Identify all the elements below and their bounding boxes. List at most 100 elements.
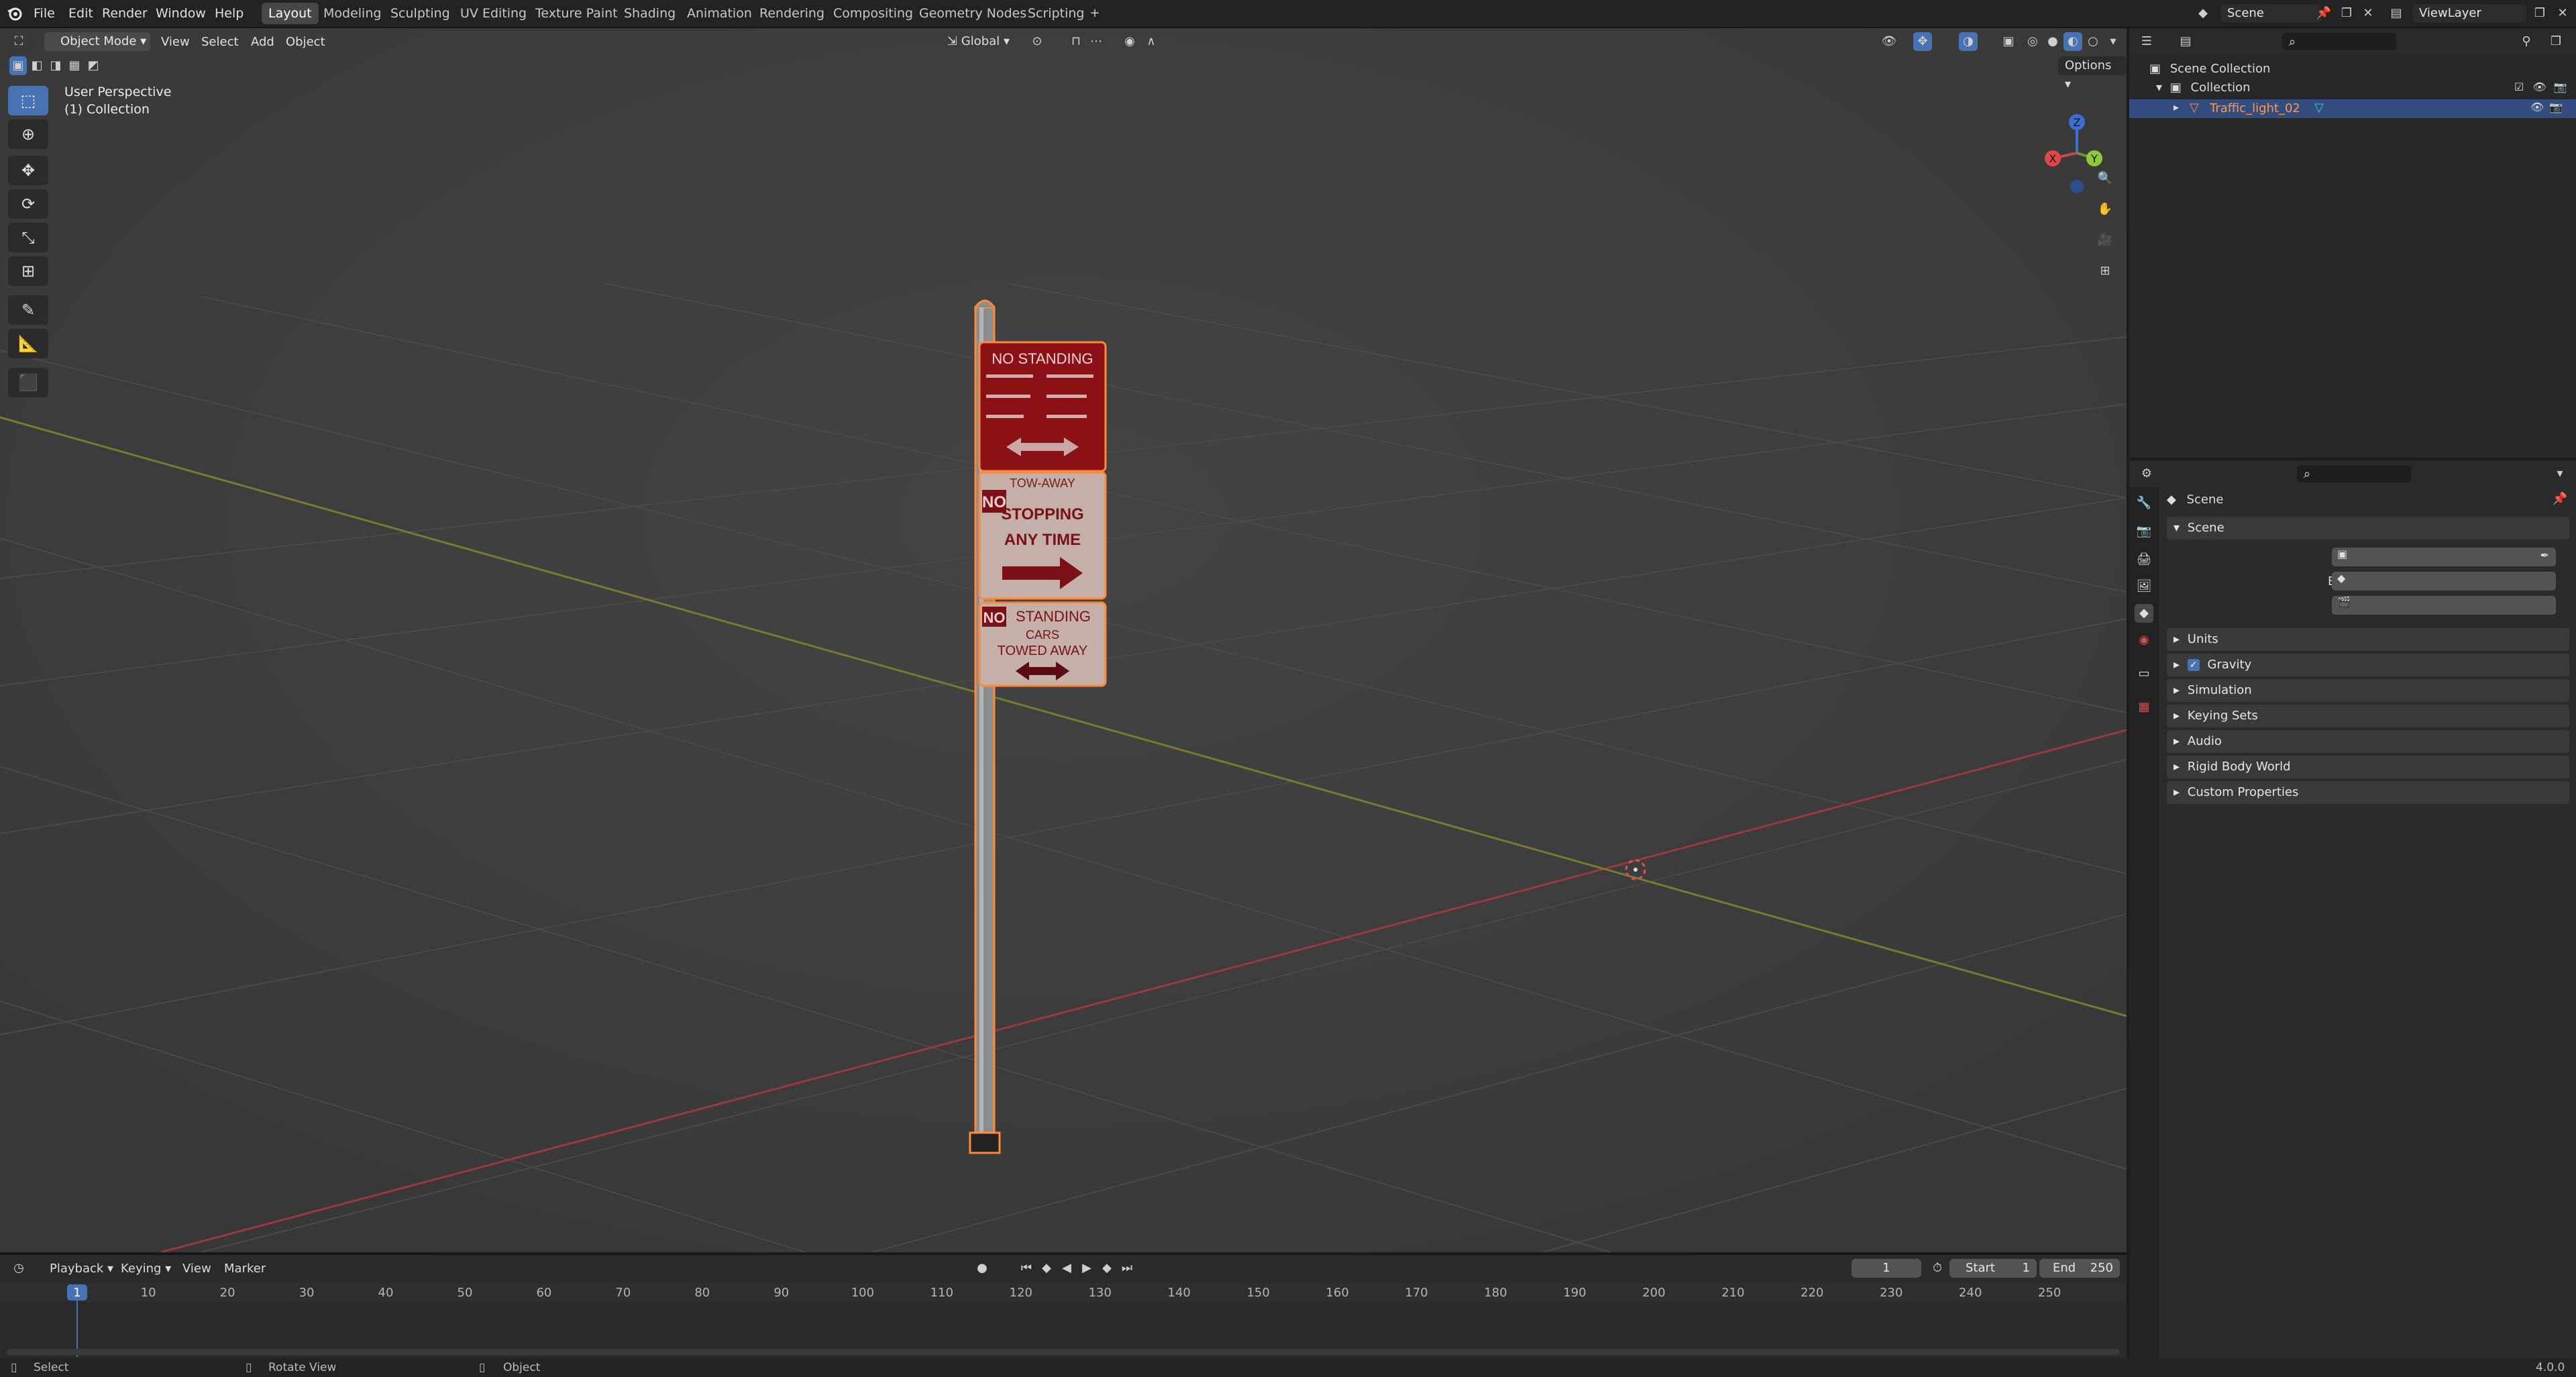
- panel-keying-sets[interactable]: ▸ Keying Sets: [2167, 705, 2569, 727]
- xray-icon[interactable]: ▣: [1999, 32, 2018, 51]
- select-extend-icon[interactable]: ◧: [28, 56, 46, 75]
- filter-icon[interactable]: ⚲: [2517, 32, 2536, 51]
- wireframe-shading-icon[interactable]: ◎: [2023, 32, 2042, 51]
- snap-icon[interactable]: ⊓: [1067, 32, 1085, 51]
- scale-icon[interactable]: ⤡: [8, 223, 48, 252]
- prev-keyframe-icon[interactable]: ◆: [1037, 1259, 1056, 1278]
- tab-sculpting[interactable]: Sculpting: [384, 3, 457, 24]
- move-icon[interactable]: ✥: [8, 156, 48, 185]
- gizmo-toggle-icon[interactable]: ✥: [1913, 32, 1932, 51]
- background-scene-field[interactable]: ◆: [2332, 572, 2556, 591]
- rotate-icon[interactable]: ⟳: [8, 189, 48, 219]
- eye-icon[interactable]: 👁: [2530, 101, 2544, 113]
- measure-icon[interactable]: 📐: [8, 329, 48, 358]
- new-view-layer-icon[interactable]: ❐: [2530, 4, 2549, 23]
- shading-options-icon[interactable]: ▾: [2104, 32, 2123, 51]
- camera-icon[interactable]: 📷: [2549, 101, 2563, 113]
- outliner-row-collection[interactable]: ▾ ▣ Collection: [2156, 81, 2251, 95]
- checkbox-icon[interactable]: ☑: [2514, 81, 2524, 93]
- cursor-icon[interactable]: ⊕: [8, 119, 48, 149]
- panel-simulation[interactable]: ▸ Simulation: [2167, 679, 2569, 702]
- record-icon[interactable]: ●: [973, 1259, 991, 1278]
- view-layer-field[interactable]: ViewLayer: [2412, 4, 2526, 23]
- new-scene-icon[interactable]: ❐: [2337, 4, 2356, 23]
- timeline-menu-keying[interactable]: Keying ▾: [121, 1262, 171, 1276]
- zoom-icon[interactable]: 🔍: [2096, 169, 2114, 188]
- annotate-icon[interactable]: ✎: [8, 295, 48, 325]
- close-icon[interactable]: ✕: [2359, 4, 2377, 23]
- tab-uv-editing[interactable]: UV Editing: [453, 3, 533, 24]
- scene-field[interactable]: Scene: [2220, 4, 2321, 23]
- menu-edit[interactable]: Edit: [68, 0, 93, 27]
- tab-layout[interactable]: Layout: [262, 3, 319, 24]
- play-icon[interactable]: ▶: [1077, 1259, 1096, 1278]
- jump-end-icon[interactable]: ⏭: [1118, 1259, 1136, 1278]
- add-cube-icon[interactable]: ⬛: [8, 368, 48, 397]
- transform-icon[interactable]: ⊞: [8, 256, 48, 286]
- display-mode-icon[interactable]: ▤: [2176, 32, 2195, 51]
- play-reverse-icon[interactable]: ◀: [1057, 1259, 1076, 1278]
- timeline-menu-marker[interactable]: Marker: [224, 1262, 266, 1276]
- gravity-checkbox[interactable]: ✓: [2187, 659, 2200, 671]
- solid-shading-icon[interactable]: ●: [2043, 32, 2062, 51]
- timeline-menu-view[interactable]: View: [182, 1262, 211, 1276]
- viewport-menu-object[interactable]: Object: [286, 35, 325, 49]
- plus-icon[interactable]: +: [1085, 4, 1104, 23]
- material-shading-icon[interactable]: ◐: [2063, 32, 2082, 51]
- tab-animation[interactable]: Animation: [680, 3, 759, 24]
- traffic-sign-object[interactable]: NO STANDING TOW-AWAY NO STOPPING ANY TIM…: [959, 274, 1107, 1186]
- eyedropper-icon[interactable]: ✒: [2540, 549, 2549, 562]
- outliner-search-input[interactable]: ⌕: [2282, 33, 2396, 50]
- outliner-editor[interactable]: ☰ ▤ ⌕ ⚲ ❐ ▣ Scene Collection ▾ ▣ Collect…: [2129, 28, 2576, 458]
- tab-shading[interactable]: Shading: [617, 3, 682, 24]
- viewport-menu-view[interactable]: View: [161, 35, 190, 49]
- timeline-scrollbar[interactable]: [7, 1349, 2120, 1356]
- tab-scripting[interactable]: Scripting: [1021, 3, 1091, 24]
- tab-rendering[interactable]: Rendering: [753, 3, 831, 24]
- menu-file[interactable]: File: [34, 0, 55, 27]
- scene-icon[interactable]: ◆: [2194, 4, 2212, 23]
- scene-tab-icon[interactable]: ◆: [2135, 604, 2153, 623]
- panel-custom-properties[interactable]: ▸ Custom Properties: [2167, 781, 2569, 804]
- snap-target-icon[interactable]: ⋯: [1087, 32, 1106, 51]
- tool-tab-icon[interactable]: 🔧: [2135, 494, 2153, 513]
- select-box-icon[interactable]: ⬚: [8, 86, 48, 115]
- select-intersect-icon[interactable]: ▦: [66, 56, 83, 75]
- active-clip-field[interactable]: 🎬: [2332, 596, 2556, 615]
- panel-audio[interactable]: ▸ Audio: [2167, 730, 2569, 753]
- panel-gravity[interactable]: ▸ ✓ Gravity: [2167, 654, 2569, 676]
- next-keyframe-icon[interactable]: ◆: [1097, 1259, 1116, 1278]
- current-frame-field[interactable]: 1: [1851, 1259, 1921, 1278]
- panel-units[interactable]: ▸ Units: [2167, 628, 2569, 651]
- visibility-icon[interactable]: 👁: [1880, 32, 1898, 51]
- tab-texture-paint[interactable]: Texture Paint: [529, 3, 625, 24]
- viewport-menu-select[interactable]: Select: [201, 35, 239, 49]
- pivot-icon[interactable]: ⊙: [1028, 32, 1046, 51]
- camera-view-icon[interactable]: 🎥: [2096, 231, 2114, 250]
- texture-tab-icon[interactable]: ▦: [2135, 698, 2153, 717]
- menu-help[interactable]: Help: [215, 0, 244, 27]
- end-frame-field[interactable]: End 250: [2039, 1259, 2120, 1278]
- tab-geometry-nodes[interactable]: Geometry Nodes: [912, 3, 1033, 24]
- tab-modeling[interactable]: Modeling: [317, 3, 388, 24]
- new-collection-icon[interactable]: ❐: [2546, 32, 2565, 51]
- blender-logo-icon[interactable]: [7, 5, 23, 21]
- select-invert-icon[interactable]: ◩: [85, 56, 102, 75]
- jump-start-icon[interactable]: ⏮: [1017, 1259, 1036, 1278]
- menu-render[interactable]: Render: [102, 0, 148, 27]
- menu-window[interactable]: Window: [156, 0, 206, 27]
- chevron-down-icon[interactable]: ▾: [2156, 81, 2162, 95]
- output-tab-icon[interactable]: 🖨: [2135, 550, 2153, 569]
- select-new-icon[interactable]: ▣: [9, 56, 27, 75]
- start-frame-field[interactable]: Start 1: [1949, 1259, 2037, 1278]
- timeline-editor[interactable]: ◷ Playback ▾ Keying ▾ View Marker ● ⏮ ◆ …: [0, 1254, 2127, 1360]
- select-subtract-icon[interactable]: ◨: [47, 56, 64, 75]
- 3d-viewport[interactable]: ⛶ Object Mode ▾ View Select Add Object ⇲…: [0, 28, 2127, 1252]
- collection-tab-icon[interactable]: ▭: [2135, 664, 2153, 683]
- hand-pan-icon[interactable]: ✋: [2096, 200, 2114, 219]
- render-tab-icon[interactable]: 📷: [2135, 522, 2153, 541]
- chevron-right-icon[interactable]: ▸: [2174, 101, 2179, 113]
- editor-type-icon[interactable]: ⛶: [9, 32, 28, 51]
- world-tab-icon[interactable]: ◉: [2135, 631, 2153, 650]
- mode-dropdown[interactable]: Object Mode ▾: [44, 32, 150, 51]
